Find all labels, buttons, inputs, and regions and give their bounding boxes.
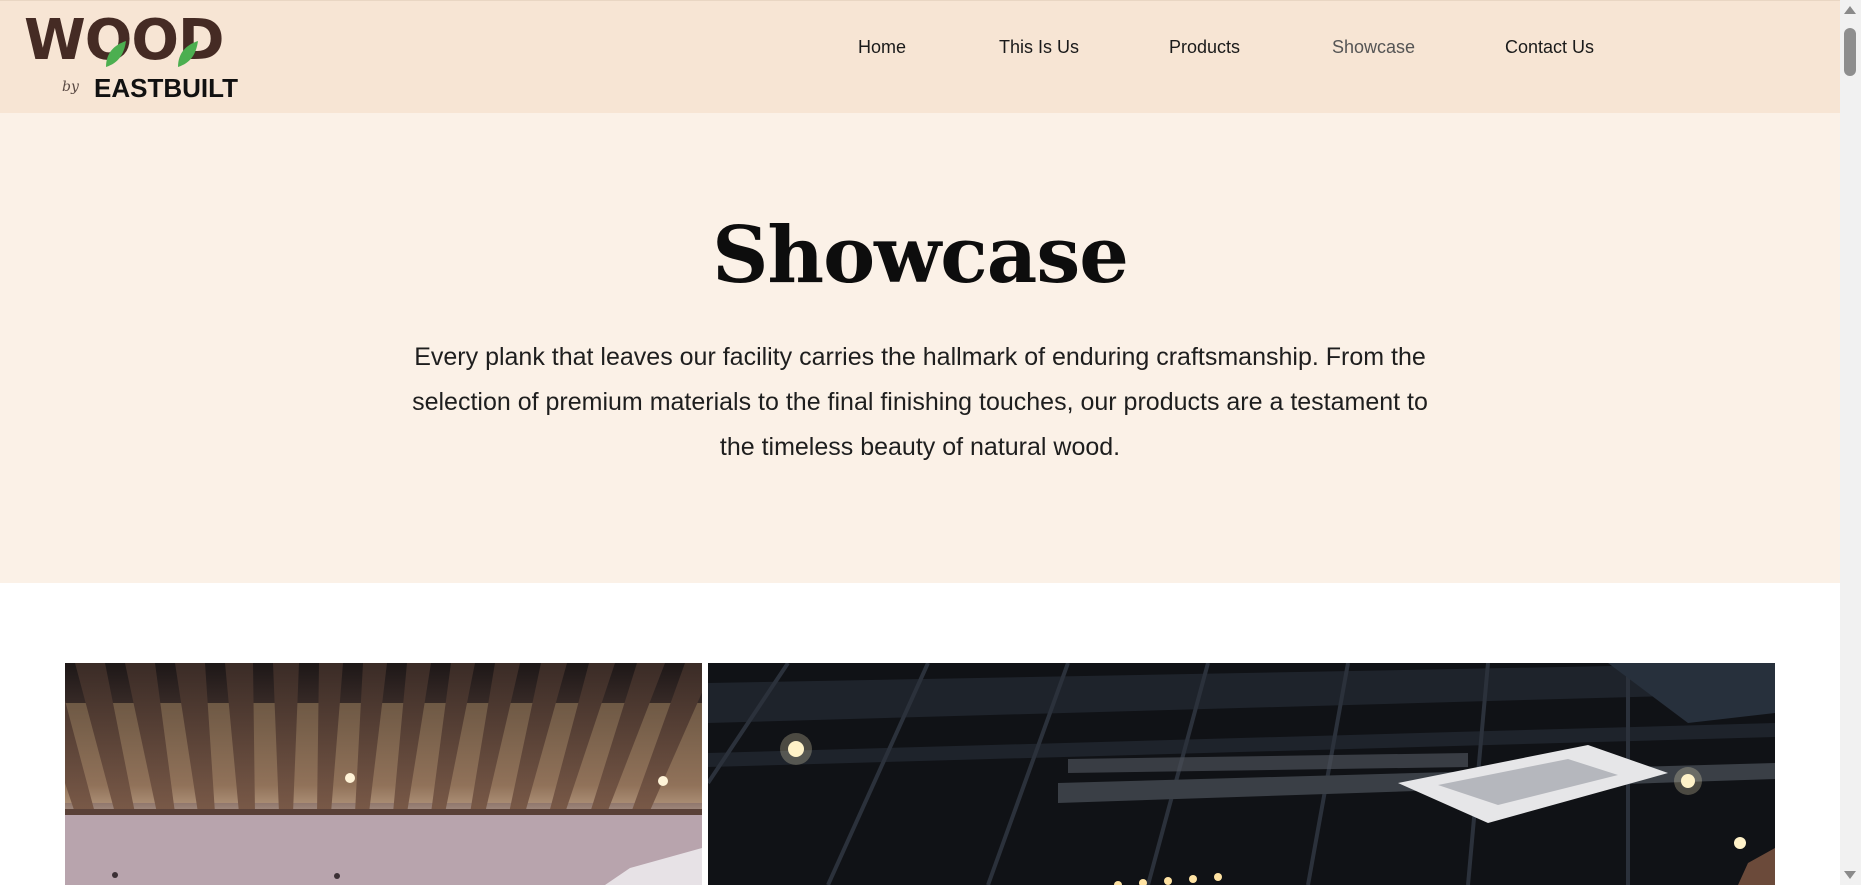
page-title: Showcase [712, 210, 1129, 301]
industrial-ceiling-photo [708, 663, 1775, 885]
site-header: WOOD by EASTBUILT Home This Is Us Produc… [0, 0, 1840, 113]
scroll-down-arrow-icon[interactable] [1844, 871, 1856, 879]
page-scrollbar[interactable] [1840, 0, 1861, 885]
scrollbar-thumb[interactable] [1844, 28, 1856, 76]
nav-item-this-is-us[interactable]: This Is Us [999, 37, 1079, 58]
gallery-image-industrial-ceiling[interactable] [708, 663, 1775, 885]
logo-company-text: EASTBUILT [94, 73, 238, 103]
hero-description: Every plank that leaves our facility car… [412, 343, 1428, 461]
leaf-icon [178, 41, 198, 67]
gallery-image-wood-slat-ceiling[interactable] [65, 663, 702, 885]
wood-slat-ceiling-photo [65, 663, 702, 885]
leaf-icon [106, 41, 126, 67]
hero-section: Showcase Every plank that leaves our fac… [0, 113, 1840, 583]
scroll-up-arrow-icon[interactable] [1844, 6, 1856, 14]
nav-item-products[interactable]: Products [1169, 37, 1240, 58]
logo-by-text: by [62, 79, 79, 95]
wood-by-eastbuilt-logo[interactable]: WOOD by EASTBUILT [24, 13, 244, 105]
nav-item-showcase[interactable]: Showcase [1332, 37, 1415, 58]
nav-item-home[interactable]: Home [858, 37, 906, 58]
nav-item-contact-us[interactable]: Contact Us [1505, 37, 1594, 58]
